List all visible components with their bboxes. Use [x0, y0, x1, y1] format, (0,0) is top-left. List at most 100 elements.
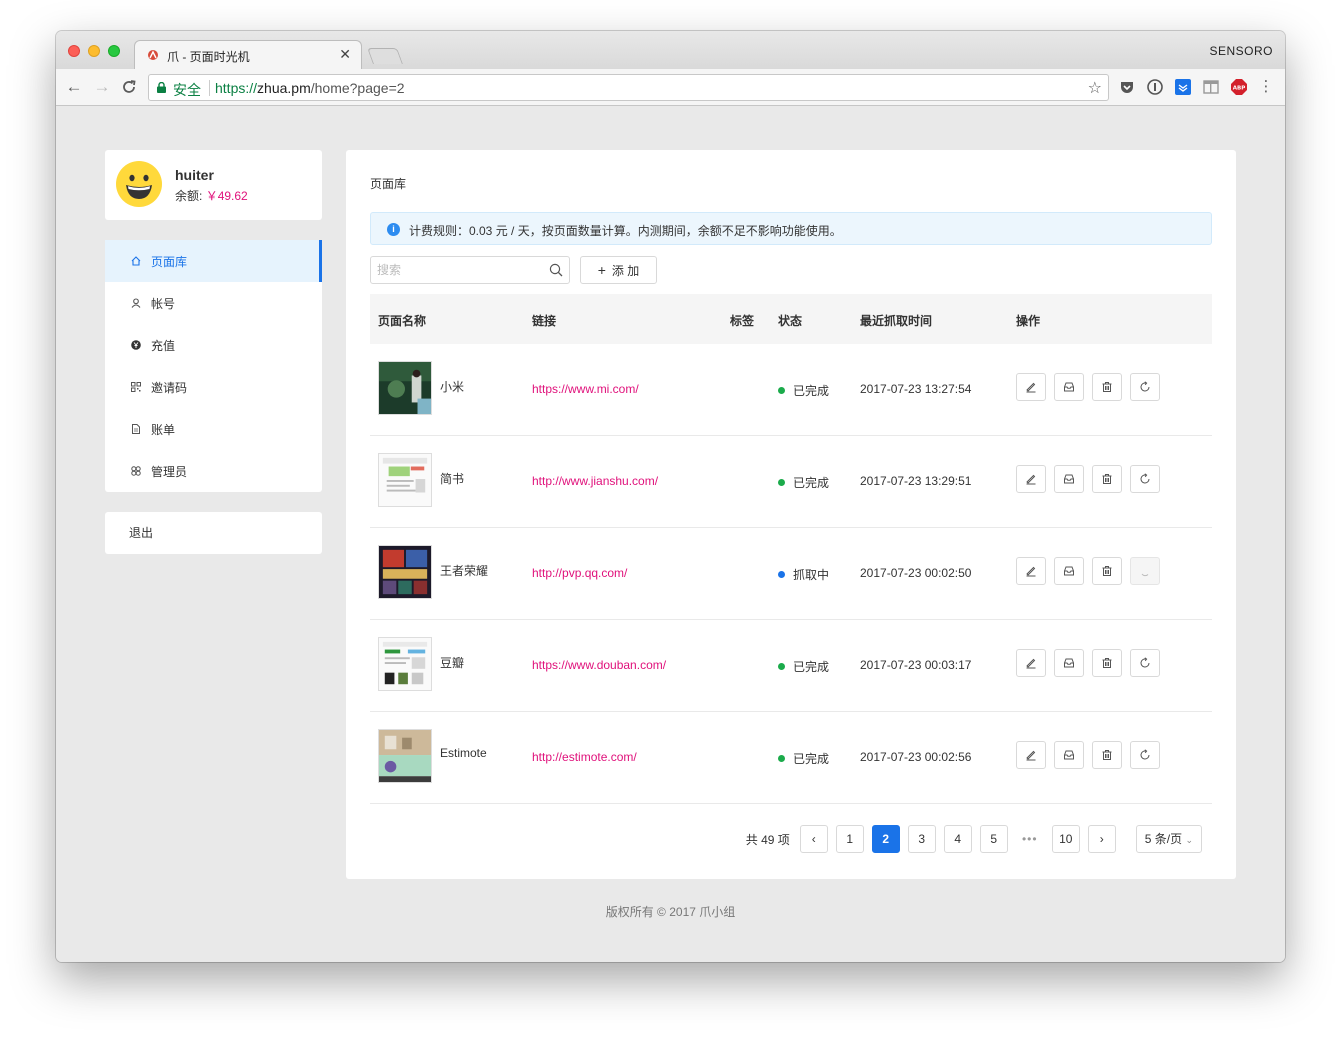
chevron-down-icon: ⌄ [1185, 835, 1193, 845]
page-button-last[interactable]: 10 [1051, 825, 1080, 853]
archive-button[interactable] [1054, 373, 1084, 401]
page-link[interactable]: http://pvp.qq.com/ [532, 566, 627, 580]
delete-button[interactable] [1092, 649, 1122, 677]
loading-spinner-icon [1141, 573, 1149, 577]
trash-icon [1102, 566, 1112, 576]
page-name: Estimote [440, 746, 487, 760]
page-ellipsis[interactable]: ••• [1016, 832, 1044, 846]
page-button-3[interactable]: 3 [907, 825, 936, 853]
refresh-button[interactable] [1130, 465, 1160, 493]
add-button-label: 添 加 [611, 263, 640, 278]
edit-button[interactable] [1016, 557, 1046, 585]
close-window-button[interactable] [68, 45, 80, 57]
edit-icon [1026, 382, 1036, 393]
page-thumbnail[interactable] [378, 637, 432, 691]
browser-window: 爪 - 页面时光机 ✕ SENSORO ← → 安全 https://zhua.… [56, 31, 1285, 962]
search-input[interactable] [377, 262, 537, 278]
sidebar-item-label: 邀请码 [151, 380, 188, 395]
status-text: 已完成 [793, 384, 830, 398]
refresh-button[interactable] [1130, 373, 1160, 401]
plus-icon: + [597, 261, 606, 278]
sidebar-item-account[interactable]: 帐号 [105, 282, 322, 324]
sidebar-item-pages[interactable]: 页面库 [105, 240, 322, 282]
edit-button[interactable] [1016, 649, 1046, 677]
archive-button[interactable] [1054, 557, 1084, 585]
profile-name[interactable]: SENSORO [1209, 44, 1273, 58]
page-thumbnail[interactable] [378, 729, 432, 783]
back-arrow-icon[interactable]: ← [64, 77, 84, 97]
delete-button[interactable] [1092, 557, 1122, 585]
tab-close-icon[interactable]: ✕ [339, 46, 351, 63]
page-button-2[interactable]: 2 [871, 825, 900, 853]
row-actions [1016, 649, 1160, 677]
page-link[interactable]: https://www.douban.com/ [532, 658, 666, 672]
sidebar-item-bills[interactable]: 账单 [105, 408, 322, 450]
forward-arrow-icon[interactable]: → [92, 77, 112, 97]
page-thumbnail[interactable] [378, 453, 432, 507]
avatar [116, 161, 162, 207]
last-fetch-time: 2017-07-23 00:02:50 [860, 566, 972, 580]
page-thumbnail[interactable] [378, 361, 432, 415]
minimize-window-button[interactable] [88, 45, 100, 57]
archive-button[interactable] [1054, 741, 1084, 769]
info-icon: i [387, 223, 400, 236]
archive-button[interactable] [1054, 649, 1084, 677]
edit-button[interactable] [1016, 465, 1046, 493]
status-dot [778, 755, 785, 762]
delete-button[interactable] [1092, 465, 1122, 493]
page-link[interactable]: http://estimote.com/ [532, 750, 637, 764]
page-name: 王者荣耀 [440, 564, 489, 578]
prev-page-button[interactable]: ‹ [799, 825, 828, 853]
user-card: huiter 余额: ￥49.62 [105, 150, 322, 220]
page-viewport: huiter 余额: ￥49.62 页面库 帐号 充值 邀请码 账单 管理员 退… [56, 107, 1285, 962]
delete-button[interactable] [1092, 741, 1122, 769]
delete-button[interactable] [1092, 373, 1122, 401]
refresh-button[interactable] [1130, 649, 1160, 677]
page-button-5[interactable]: 5 [979, 825, 1008, 853]
inbox-icon [1064, 474, 1074, 484]
refresh-icon [1140, 749, 1150, 760]
sidebar-item-invite[interactable]: 邀请码 [105, 366, 322, 408]
pagination-total: 共 49 项 [745, 832, 790, 847]
search-box [370, 256, 570, 284]
menu-kebab-icon[interactable]: ⋮ [1256, 77, 1276, 97]
onepassword-extension-icon[interactable] [1147, 79, 1163, 95]
svg-text:ABP: ABP [1233, 86, 1245, 92]
refresh-button[interactable] [1130, 741, 1160, 769]
edit-button[interactable] [1016, 741, 1046, 769]
search-icon[interactable] [549, 263, 563, 277]
logout-button[interactable]: 退出 [105, 512, 322, 554]
page-button-1[interactable]: 1 [835, 825, 864, 853]
row-actions [1016, 373, 1160, 401]
pocket-extension-icon[interactable] [1119, 79, 1135, 95]
page-link[interactable]: https://www.mi.com/ [532, 382, 639, 396]
add-page-button[interactable]: + 添 加 [580, 256, 657, 284]
sidebar-item-label: 账单 [151, 422, 176, 437]
page-button-4[interactable]: 4 [943, 825, 972, 853]
dropbox-extension-icon[interactable] [1175, 79, 1191, 95]
adblock-plus-icon[interactable]: ABP [1231, 79, 1247, 95]
address-bar[interactable]: 安全 https://zhua.pm/home?page=2 ☆ [148, 74, 1109, 101]
sidebar-item-admin[interactable]: 管理员 [105, 450, 322, 492]
page-size-select[interactable]: 5 条/页 ⌄ [1135, 825, 1202, 853]
reader-extension-icon[interactable] [1203, 79, 1219, 95]
page-link[interactable]: http://www.jianshu.com/ [532, 474, 658, 488]
edit-button[interactable] [1016, 373, 1046, 401]
page-thumbnail[interactable] [378, 545, 432, 599]
refresh-button-loading[interactable] [1130, 557, 1160, 585]
url-path: /home?page=2 [310, 80, 405, 96]
refresh-icon [1140, 473, 1150, 484]
inbox-icon [1064, 566, 1074, 576]
reload-icon[interactable] [120, 78, 138, 96]
url-text[interactable]: https://zhua.pm/home?page=2 [215, 80, 405, 96]
archive-button[interactable] [1054, 465, 1084, 493]
new-tab-button[interactable] [367, 48, 403, 64]
sidebar-item-recharge[interactable]: 充值 [105, 324, 322, 366]
footer-copyright: 版权所有 © 2017 爪小组 [605, 905, 736, 919]
next-page-button[interactable]: › [1087, 825, 1116, 853]
bookmark-star-icon[interactable]: ☆ [1088, 78, 1102, 98]
maximize-window-button[interactable] [108, 45, 120, 57]
page-name: 豆瓣 [440, 656, 465, 670]
sidebar-item-label: 页面库 [151, 254, 188, 269]
browser-tab[interactable]: 爪 - 页面时光机 ✕ [134, 40, 362, 70]
